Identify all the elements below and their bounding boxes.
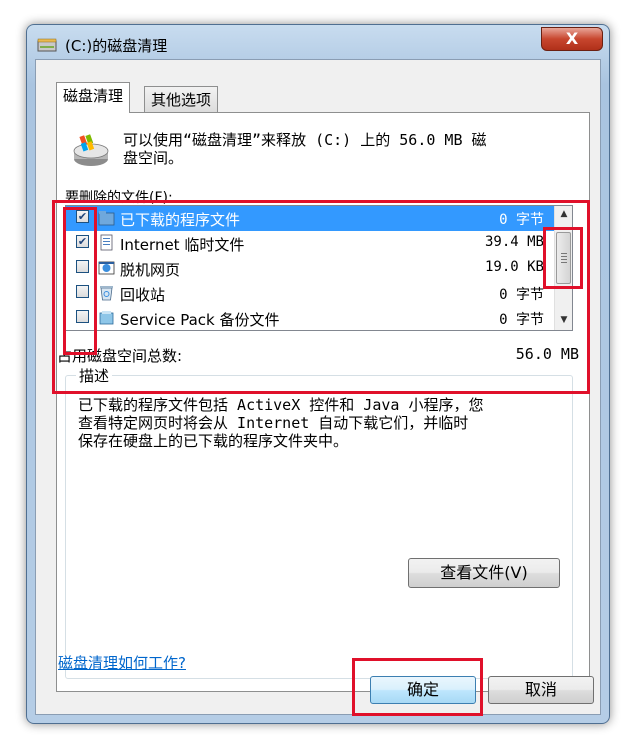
disk-cleanup-app-icon xyxy=(37,38,57,52)
cancel-button[interactable]: 取消 xyxy=(488,676,594,704)
view-files-button[interactable]: 查看文件(V) xyxy=(408,558,560,588)
description-legend: 描述 xyxy=(76,365,113,386)
description-line-1: 已下载的程序文件包括 ActiveX 控件和 Java 小程序，您 xyxy=(78,396,484,414)
file-list[interactable]: ✔ 已下载的程序文件 0 字节 ✔ Internet 临时文件 39.4 MB … xyxy=(65,205,573,331)
total-space-label: 占用磁盘空间总数: xyxy=(57,347,183,365)
disk-cleanup-icon xyxy=(73,134,109,166)
backup-icon xyxy=(99,311,114,325)
close-button[interactable]: X xyxy=(541,27,603,51)
header-line-2: 盘空间。 xyxy=(123,149,184,167)
total-space-value: 56.0 MB xyxy=(515,345,579,363)
list-item[interactable]: 回收站 0 字节 xyxy=(66,281,554,306)
file-size: 0 字节 xyxy=(499,312,544,328)
recycle-bin-icon xyxy=(100,286,113,301)
document-icon xyxy=(100,234,113,251)
file-checkbox[interactable] xyxy=(76,285,89,298)
description-line-3: 保存在硬盘上的已下载的程序文件夹中。 xyxy=(78,432,349,450)
title-bar[interactable]: (C:)的磁盘清理 X xyxy=(27,25,609,59)
file-checkbox[interactable]: ✔ xyxy=(76,235,89,248)
tab-disk-cleanup[interactable]: 磁盘清理 xyxy=(56,82,131,113)
file-size: 19.0 KB xyxy=(484,259,544,275)
window-title: (C:)的磁盘清理 xyxy=(65,37,168,55)
disk-cleanup-panel: 可以使用“磁盘清理”来释放 (C:) 上的 56.0 MB 磁 盘空间。 要删除… xyxy=(56,112,590,692)
offline-pages-icon xyxy=(98,261,115,275)
disk-cleanup-window: (C:)的磁盘清理 X 磁盘清理 其他选项 可以使用“磁盘清理”来释放 (C:)… xyxy=(26,24,610,724)
dialog-client-area: 磁盘清理 其他选项 可以使用“磁盘清理”来释放 (C:) 上的 56.0 MB … xyxy=(35,59,601,715)
file-name: Internet 临时文件 xyxy=(120,236,245,254)
file-name: 已下载的程序文件 xyxy=(120,211,241,229)
scroll-up-icon[interactable]: ▲ xyxy=(556,206,572,223)
file-checkbox[interactable]: ✔ xyxy=(76,210,89,223)
scroll-thumb[interactable] xyxy=(556,232,571,284)
file-size: 39.4 MB xyxy=(484,234,544,250)
tab-more-options[interactable]: 其他选项 xyxy=(144,86,219,112)
file-size: 0 字节 xyxy=(499,287,544,303)
file-checkbox[interactable] xyxy=(76,310,89,323)
ok-button[interactable]: 确定 xyxy=(370,676,476,704)
files-to-delete-label: 要删除的文件(F): xyxy=(65,190,173,206)
how-disk-cleanup-works-link[interactable]: 磁盘清理如何工作? xyxy=(58,652,186,673)
file-checkbox[interactable] xyxy=(76,260,89,273)
list-item[interactable]: 脱机网页 19.0 KB xyxy=(66,256,554,281)
list-item[interactable]: ✔ 已下载的程序文件 0 字节 xyxy=(66,206,554,231)
header-line-1: 可以使用“磁盘清理”来释放 (C:) 上的 56.0 MB 磁 xyxy=(123,131,487,149)
folder-icon xyxy=(98,211,115,226)
description-line-2: 查看特定网页时将会从 Internet 自动下载它们，并临时 xyxy=(78,414,469,432)
scroll-down-icon[interactable]: ▼ xyxy=(556,312,572,329)
file-list-scrollbar[interactable]: ▲ ▼ xyxy=(554,206,572,330)
file-name: 脱机网页 xyxy=(120,261,181,279)
list-item[interactable]: Service Pack 备份文件 0 字节 xyxy=(66,306,554,330)
file-name: Service Pack 备份文件 xyxy=(120,311,280,329)
list-item[interactable]: ✔ Internet 临时文件 39.4 MB xyxy=(66,231,554,256)
file-name: 回收站 xyxy=(120,286,166,304)
file-size: 0 字节 xyxy=(499,212,544,228)
header-text: 可以使用“磁盘清理”来释放 (C:) 上的 56.0 MB 磁 盘空间。 xyxy=(123,131,573,167)
description-group: 描述 已下载的程序文件包括 ActiveX 控件和 Java 小程序，您 查看特… xyxy=(65,365,573,679)
description-text: 已下载的程序文件包括 ActiveX 控件和 Java 小程序，您 查看特定网页… xyxy=(78,396,562,450)
close-icon: X xyxy=(565,29,579,48)
